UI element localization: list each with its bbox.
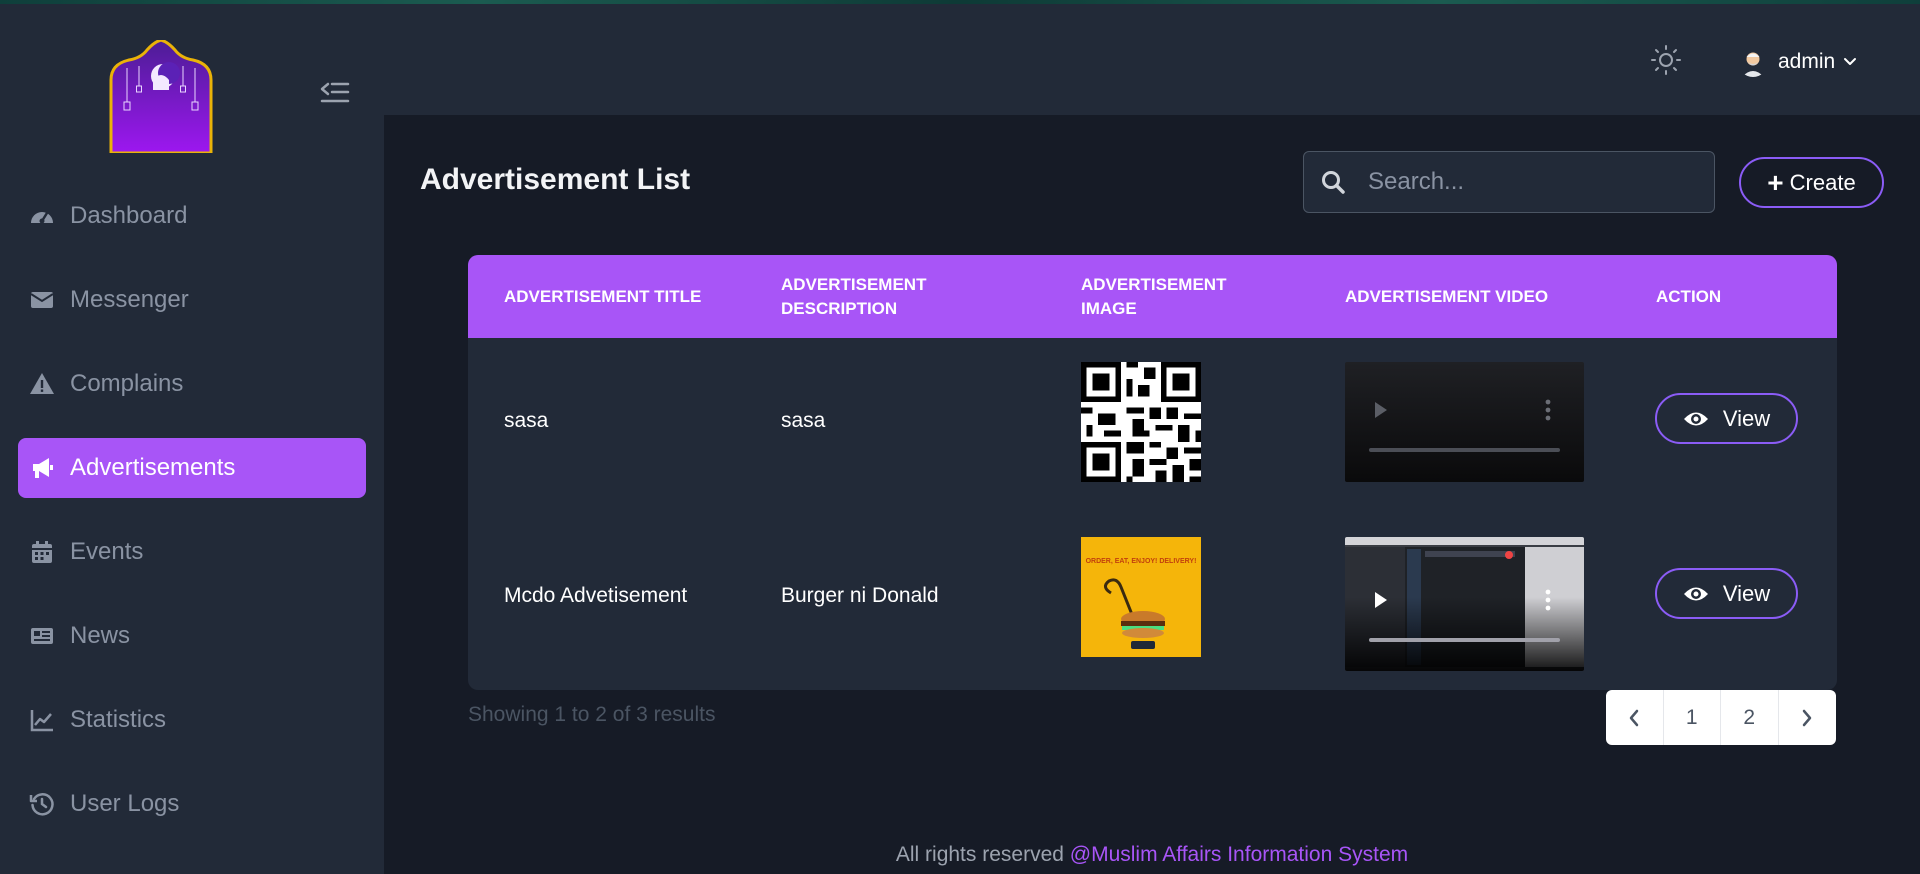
view-button[interactable]: View	[1655, 568, 1798, 619]
video-progress-track	[1369, 448, 1560, 452]
page-title: Advertisement List	[420, 163, 691, 196]
calendar-icon	[28, 538, 56, 566]
plus-icon: +	[1767, 166, 1784, 198]
table-header: ADVERTISEMENT TITLE ADVERTISEMENT DESCRI…	[468, 255, 1837, 338]
column-header-video: ADVERTISEMENT VIDEO	[1345, 286, 1549, 306]
gauge-icon	[28, 202, 56, 230]
footer-brand-link[interactable]: @Muslim Affairs Information System	[1070, 843, 1408, 866]
sidebar-item-label: User Logs	[70, 790, 180, 817]
theme-toggle-button[interactable]	[1648, 42, 1684, 78]
megaphone-icon	[28, 454, 56, 482]
footer: All rights reserved @Muslim Affairs Info…	[384, 843, 1920, 867]
play-icon	[1375, 402, 1387, 418]
history-icon	[28, 790, 56, 818]
sidebar-item-user-logs[interactable]: User Logs	[18, 774, 366, 834]
next-page-button[interactable]	[1779, 690, 1837, 745]
search-input[interactable]	[1368, 168, 1688, 196]
column-header-description: ADVERTISEMENT DESCRIPTION	[781, 274, 927, 318]
sidebar-item-events[interactable]: Events	[18, 522, 366, 582]
sidebar-item-label: Complains	[70, 370, 184, 397]
chevron-right-icon	[1803, 709, 1812, 726]
search-icon	[1322, 171, 1345, 194]
sidebar-item-label: Messenger	[70, 286, 189, 313]
more-options-icon	[1545, 399, 1551, 405]
view-button-label: View	[1722, 405, 1771, 431]
view-button[interactable]: View	[1655, 393, 1798, 444]
chevron-down-icon	[1844, 58, 1857, 65]
chart-line-icon	[28, 706, 56, 734]
username: admin	[1778, 50, 1836, 73]
sidebar-item-label: Events	[70, 538, 144, 565]
cell-description: sasa	[781, 408, 826, 432]
column-header-image: ADVERTISEMENT IMAGE	[1081, 274, 1227, 318]
column-header-action: ACTION	[1656, 286, 1722, 306]
burger-ad-image[interactable]: ORDER, EAT, ENJOY! DELIVERY!	[1081, 537, 1201, 657]
video-player[interactable]	[1345, 537, 1584, 671]
video-progress-track	[1369, 638, 1560, 642]
user-menu[interactable]: admin	[1738, 44, 1857, 80]
sidebar-item-label: Dashboard	[70, 202, 188, 229]
envelope-icon	[28, 286, 56, 314]
sidebar-item-label: News	[70, 622, 131, 649]
search-box	[1303, 151, 1715, 213]
sidebar-item-news[interactable]: News	[18, 606, 366, 666]
menu-collapse-icon	[320, 82, 350, 103]
qr-code-image[interactable]	[1081, 362, 1201, 482]
sun-icon	[1651, 45, 1681, 75]
more-options-icon	[1545, 589, 1551, 595]
pagination: 1 2	[1606, 690, 1836, 745]
newspaper-icon	[28, 622, 56, 650]
sidebar-item-dashboard[interactable]: Dashboard	[18, 186, 366, 246]
results-summary: Showing 1 to 2 of 3 results	[468, 703, 716, 726]
warning-icon	[28, 370, 56, 398]
app-logo[interactable]	[107, 38, 215, 155]
view-button-label: View	[1722, 580, 1771, 606]
eye-icon	[1683, 587, 1708, 600]
chevron-left-icon	[1630, 709, 1639, 726]
sidebar-item-statistics[interactable]: Statistics	[18, 690, 366, 750]
sidebar-item-complains[interactable]: Complains	[18, 354, 366, 414]
cell-title: Mcdo Advetisement	[504, 583, 688, 607]
main-content: Advertisement List + Create ADVERTISEMEN…	[384, 115, 1920, 874]
eye-icon	[1683, 412, 1708, 425]
page-button-2[interactable]: 2	[1721, 690, 1779, 745]
top-bar: admin	[384, 4, 1920, 115]
sidebar-nav: Dashboard Messenger Complains Advertisem…	[18, 186, 366, 858]
previous-page-button[interactable]	[1606, 690, 1664, 745]
collapse-sidebar-button[interactable]	[318, 78, 352, 108]
page-button-1[interactable]: 1	[1664, 690, 1721, 745]
sidebar: Dashboard Messenger Complains Advertisem…	[0, 4, 384, 874]
sidebar-item-messenger[interactable]: Messenger	[18, 270, 366, 330]
cell-title: sasa	[504, 408, 549, 432]
sidebar-item-label: Statistics	[70, 706, 167, 733]
avatar	[1738, 47, 1768, 77]
advertisement-table: ADVERTISEMENT TITLE ADVERTISEMENT DESCRI…	[468, 255, 1837, 690]
sidebar-item-label: Advertisements	[70, 454, 236, 481]
column-header-title: ADVERTISEMENT TITLE	[504, 286, 702, 306]
table-row: sasa sasa View	[468, 338, 1837, 513]
create-button[interactable]: + Create	[1739, 157, 1884, 208]
sidebar-item-advertisements[interactable]: Advertisements	[18, 438, 366, 498]
footer-text: All rights reserved	[895, 843, 1070, 866]
svg-text:ORDER, EAT, ENJOY! DELIVERY!: ORDER, EAT, ENJOY! DELIVERY!	[1086, 558, 1197, 565]
cell-description: Burger ni Donald	[781, 583, 939, 607]
video-player[interactable]	[1345, 362, 1584, 482]
create-button-label: Create	[1789, 169, 1856, 195]
table-row: Mcdo Advetisement Burger ni Donald ORDER…	[468, 513, 1837, 688]
